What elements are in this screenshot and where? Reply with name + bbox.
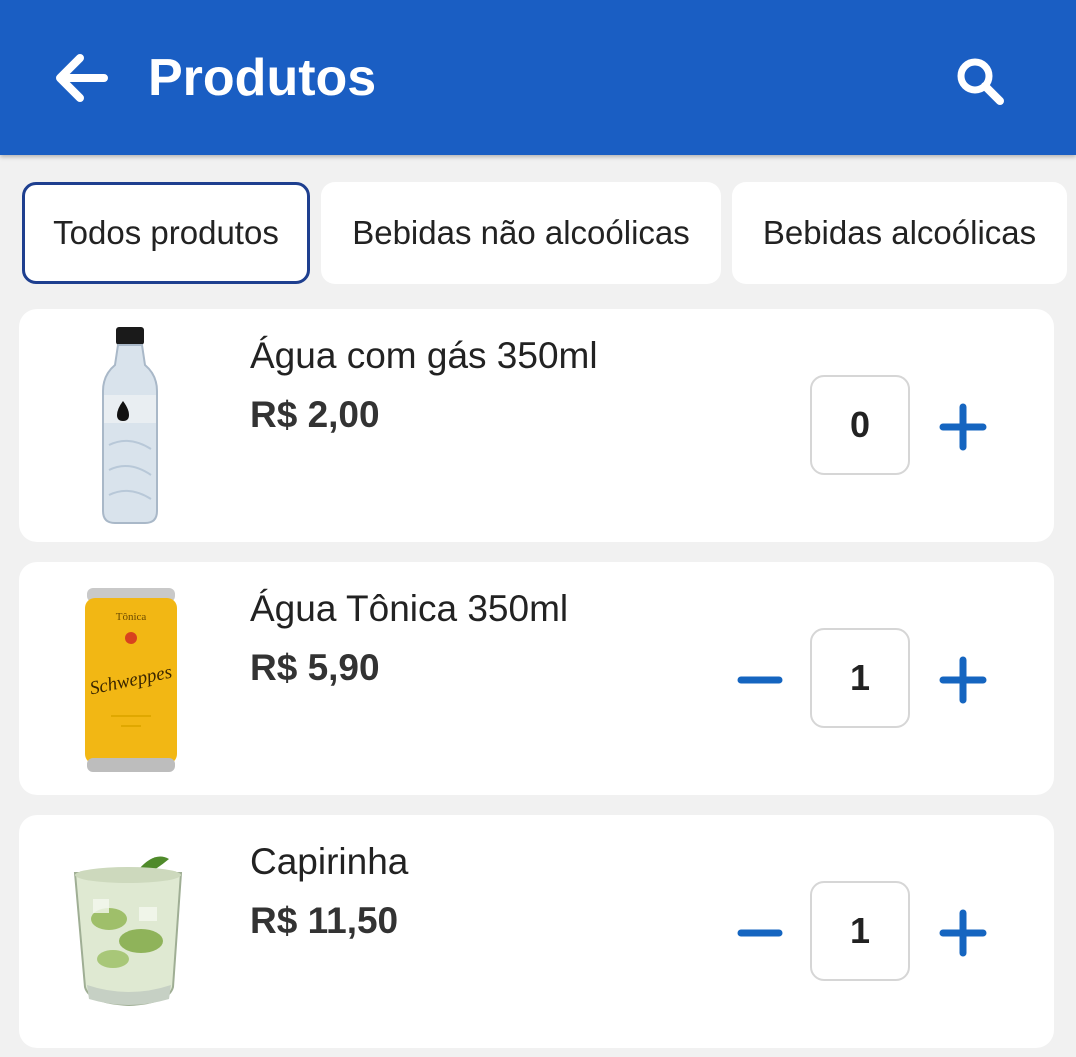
increase-quantity-button[interactable] xyxy=(939,909,987,957)
product-name: Água com gás 350ml xyxy=(250,335,598,376)
product-card: Tônica Schweppes Água Tônica 350ml R$ 5,… xyxy=(19,562,1054,795)
caipirinha-glass-image xyxy=(73,856,183,1007)
tonic-water-can-image: Tônica Schweppes xyxy=(85,588,177,772)
increase-quantity-button[interactable] xyxy=(939,656,987,704)
increase-quantity-button[interactable] xyxy=(939,403,987,451)
product-name: Capirinha xyxy=(250,841,409,882)
product-card: Capirinha R$ 11,50 1 xyxy=(19,815,1054,1048)
back-button[interactable] xyxy=(50,48,112,108)
app-bar: Produtos xyxy=(0,0,1076,155)
quantity-value: 1 xyxy=(849,657,871,698)
can-label-text: Tônica xyxy=(116,611,147,623)
minus-icon xyxy=(737,676,783,684)
decrease-quantity-button[interactable] xyxy=(737,672,783,688)
quantity-value: 0 xyxy=(849,404,871,445)
tab-bebidas-nao-alcoolicas[interactable]: Bebidas não alcoólicas xyxy=(321,182,721,284)
product-price: R$ 5,90 xyxy=(250,647,380,688)
tab-bebidas-alcoolicas[interactable]: Bebidas alcoólicas xyxy=(732,182,1067,284)
arrow-left-icon xyxy=(56,54,108,102)
product-price: R$ 2,00 xyxy=(250,394,380,435)
product-price: R$ 11,50 xyxy=(250,900,399,941)
quantity-value: 1 xyxy=(849,910,871,951)
quantity-field[interactable]: 1 xyxy=(810,628,910,728)
plus-icon xyxy=(939,656,987,704)
decrease-quantity-button[interactable] xyxy=(737,925,783,941)
sparkling-water-bottle-image xyxy=(102,327,158,524)
quantity-field[interactable]: 0 xyxy=(810,375,910,475)
tab-label: Todos produtos xyxy=(53,214,279,251)
search-icon xyxy=(957,58,1004,105)
quantity-field[interactable]: 1 xyxy=(810,881,910,981)
plus-icon xyxy=(939,909,987,957)
tab-todos-produtos[interactable]: Todos produtos xyxy=(22,182,310,284)
search-button[interactable] xyxy=(950,52,1010,110)
product-name: Água Tônica 350ml xyxy=(250,588,569,629)
product-card: Água com gás 350ml R$ 2,00 0 xyxy=(19,309,1054,542)
plus-icon xyxy=(939,403,987,451)
page-title: Produtos xyxy=(148,49,377,107)
tab-label: Bebidas alcoólicas xyxy=(762,214,1037,251)
minus-icon xyxy=(737,929,783,937)
tab-label: Bebidas não alcoólicas xyxy=(352,214,690,251)
